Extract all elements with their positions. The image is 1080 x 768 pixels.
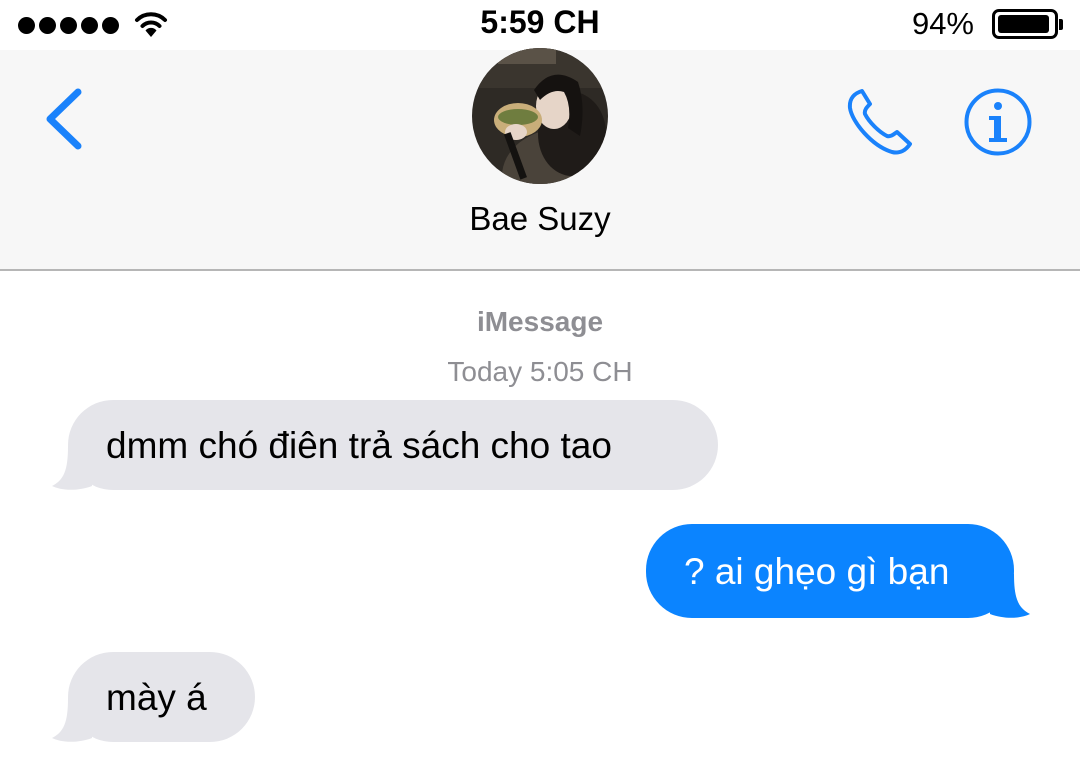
info-icon[interactable]: [963, 87, 1033, 157]
incoming-message-bubble[interactable]: mày á: [52, 652, 255, 742]
status-bar: 5:59 CH 94%: [0, 0, 1080, 50]
messages-screen: 5:59 CH 94% Bae Suzy iMessage Today 5:05…: [0, 0, 1080, 768]
contact-avatar[interactable]: [472, 48, 608, 184]
incoming-message-bubble[interactable]: dmm chó điên trả sách cho tao: [52, 400, 718, 490]
message-text: mày á: [106, 676, 207, 718]
phone-icon[interactable]: [842, 86, 918, 158]
message-timestamp: Today 5:05 CH: [447, 356, 633, 387]
bubble-tail: [52, 698, 92, 742]
outgoing-message-bubble[interactable]: ? ai ghẹo gì bạn: [646, 524, 1030, 618]
bubble-tail: [990, 574, 1030, 618]
bubble-tail: [52, 446, 92, 490]
contact-name[interactable]: Bae Suzy: [0, 200, 1080, 238]
service-label: iMessage: [476, 306, 604, 337]
chevron-left-icon[interactable]: [38, 86, 88, 152]
conversation-header: Bae Suzy: [0, 48, 1080, 271]
battery-percentage: 94%: [911, 6, 974, 41]
battery-icon: [992, 9, 1063, 39]
message-text: dmm chó điên trả sách cho tao: [106, 424, 612, 466]
message-text: ? ai ghẹo gì bạn: [684, 550, 950, 592]
